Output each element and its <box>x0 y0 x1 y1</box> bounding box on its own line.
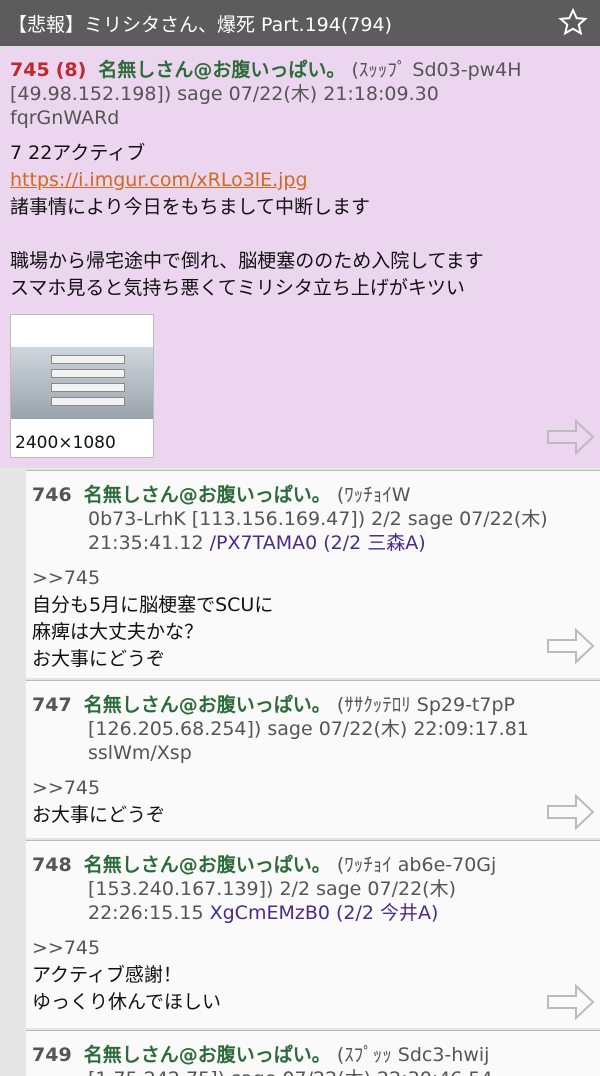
image-link[interactable]: https://i.imgur.com/xRLo3lE.jpg <box>10 167 590 194</box>
post-header: 747 名無しさん@お腹いっぱい。 (ｻｻｸｯﾃﾛﾘ Sp29-t7pP [12… <box>32 693 592 765</box>
poster-ip-date: [1.75.242.75]) sage 07/22(木) 22:30:46.54 <box>88 1068 493 1076</box>
post-746[interactable]: 746 名無しさん@お腹いっぱい。 (ﾜｯﾁｮｲW 0b73-LrhK [113… <box>26 470 600 678</box>
post-747[interactable]: 747 名無しさん@お腹いっぱい。 (ｻｻｸｯﾃﾛﾘ Sp29-t7pP [12… <box>26 680 600 838</box>
post-748[interactable]: 748 名無しさん@お腹いっぱい。 (ﾜｯﾁｮｲ ab6e-70Gj [153.… <box>26 840 600 1028</box>
post-header: 746 名無しさん@お腹いっぱい。 (ﾜｯﾁｮｲW 0b73-LrhK [113… <box>32 483 592 555</box>
post-header: 745 (8) 名無しさん@お腹いっぱい。 (ｽｯｯﾌﾟ Sd03-pw4H [… <box>10 58 590 130</box>
star-icon[interactable] <box>558 7 588 37</box>
arrow-right-icon[interactable] <box>546 793 596 831</box>
post-text-line: 7 22アクティブ <box>10 142 146 164</box>
reply-anchor[interactable]: >>745 <box>32 935 592 962</box>
post-body: 7 22アクティブ https://i.imgur.com/xRLo3lE.jp… <box>10 140 590 302</box>
post-time: 21:35:41.12 <box>88 532 204 554</box>
poster-id: sslWm/Xsp <box>88 742 192 764</box>
post-header: 749 名無しさん@お腹いっぱい。 (ｽﾌﾟｯｯ Sdc3-hwij [1.75… <box>32 1043 592 1076</box>
arrow-right-icon[interactable] <box>546 418 596 456</box>
post-number[interactable]: 746 <box>32 484 72 506</box>
post-number[interactable]: 747 <box>32 694 72 716</box>
post-text: アクティブ感謝！ ゆっくり休んでほしい <box>32 964 222 1013</box>
post-text: お大事にどうぞ <box>32 804 166 826</box>
post-body: >>745 自分も5月に脳梗塞でSCUに 麻痺は大丈夫かな？ お大事にどうぞ <box>32 565 592 673</box>
poster-name: 名無しさん@お腹いっぱい。 <box>98 59 346 81</box>
reply-anchor[interactable]: >>745 <box>32 565 592 592</box>
image-dimensions: 2400×1080 <box>15 433 116 453</box>
image-thumbnail[interactable]: 2400×1080 <box>10 314 154 458</box>
post-text: 自分も5月に脳梗塞でSCUに 麻痺は大丈夫かな？ お大事にどうぞ <box>32 594 274 670</box>
post-header: 748 名無しさん@お腹いっぱい。 (ﾜｯﾁｮｲ ab6e-70Gj [153.… <box>32 853 592 925</box>
post-number[interactable]: 745 <box>10 59 50 81</box>
post-number[interactable]: 748 <box>32 854 72 876</box>
arrow-right-icon[interactable] <box>546 627 596 665</box>
poster-meta: (ﾜｯﾁｮｲW <box>336 484 411 506</box>
post-body: >>745 お大事にどうぞ <box>32 775 592 829</box>
poster-ip-date: [49.98.152.198]) sage 07/22(木) 21:18:09.… <box>10 83 439 105</box>
poster-id[interactable]: /PX7TAMA0 (2/2 三森A) <box>210 532 426 554</box>
post-number[interactable]: 749 <box>32 1044 72 1066</box>
poster-ip-date: 0b73-LrhK [113.156.169.47]) 2/2 sage 07/… <box>88 508 548 530</box>
poster-name: 名無しさん@お腹いっぱい。 <box>83 484 331 506</box>
poster-id[interactable]: XgCmEMzB0 (2/2 今井A) <box>210 902 439 924</box>
reply-count[interactable]: (8) <box>56 59 87 81</box>
poster-name: 名無しさん@お腹いっぱい。 <box>83 854 331 876</box>
poster-meta: (ｻｻｸｯﾃﾛﾘ Sp29-t7pP <box>336 694 515 716</box>
post-time: 22:26:15.15 <box>88 902 204 924</box>
post-745[interactable]: 745 (8) 名無しさん@お腹いっぱい。 (ｽｯｯﾌﾟ Sd03-pw4H [… <box>0 46 600 468</box>
arrow-right-icon[interactable] <box>546 983 596 1021</box>
thread-title: 【悲報】ミリシタさん、爆死 Part.194(794) <box>8 13 392 36</box>
poster-meta: (ﾜｯﾁｮｲ ab6e-70Gj <box>336 854 497 876</box>
post-749[interactable]: 749 名無しさん@お腹いっぱい。 (ｽﾌﾟｯｯ Sdc3-hwij [1.75… <box>26 1030 600 1076</box>
post-text: 諸事情により今日をもちまして中断します 職場から帰宅途中で倒れ、脳梗塞ののため入… <box>10 196 484 299</box>
poster-name: 名無しさん@お腹いっぱい。 <box>83 694 331 716</box>
post-body: >>745 アクティブ感謝！ ゆっくり休んでほしい <box>32 935 592 1016</box>
reply-anchor[interactable]: >>745 <box>32 775 592 802</box>
poster-ip-date: [126.205.68.254]) sage 07/22(木) 22:09:17… <box>88 718 529 740</box>
thumbnail-image <box>11 347 153 419</box>
title-bar: 【悲報】ミリシタさん、爆死 Part.194(794) <box>0 0 600 46</box>
poster-ip-date: [153.240.167.139]) 2/2 sage 07/22(木) <box>88 878 456 900</box>
poster-meta: (ｽｯｯﾌﾟ Sd03-pw4H <box>351 59 522 81</box>
poster-meta: (ｽﾌﾟｯｯ Sdc3-hwij <box>336 1044 490 1066</box>
poster-name: 名無しさん@お腹いっぱい。 <box>83 1044 331 1066</box>
poster-id: fqrGnWARd <box>10 107 120 129</box>
